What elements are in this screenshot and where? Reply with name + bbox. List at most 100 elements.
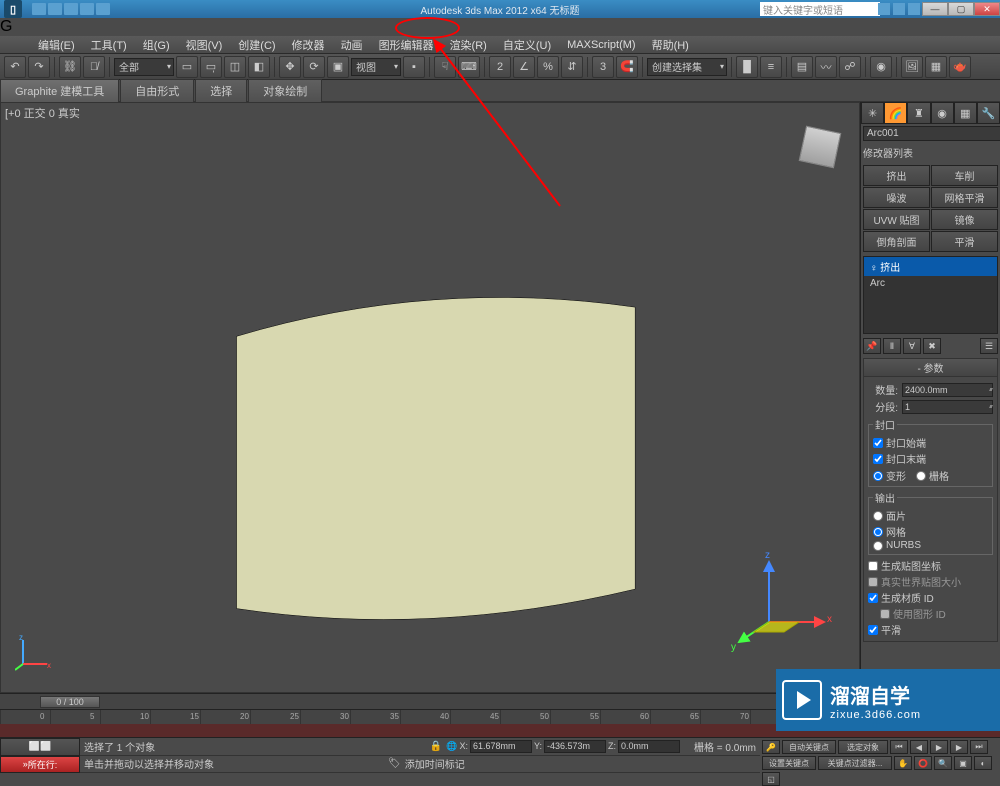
help-icon[interactable]: [908, 3, 920, 15]
cap-end-checkbox[interactable]: 封口末端: [873, 451, 988, 466]
autokey-button[interactable]: 自动关键点: [782, 740, 836, 754]
selection-filter-dropdown[interactable]: 全部: [114, 58, 174, 76]
viewport-label[interactable]: [+0 正交 0 真实: [5, 105, 80, 121]
viewcube[interactable]: [795, 123, 845, 173]
menu-modifier[interactable]: 修改器: [284, 36, 333, 53]
selkey-dropdown[interactable]: 选定对象: [838, 740, 888, 754]
window-crossing-icon[interactable]: ◧: [248, 56, 270, 78]
mod-bevelprofile-button[interactable]: 倒角剖面: [863, 231, 930, 252]
render-setup-icon[interactable]: 🖼: [901, 56, 923, 78]
ref-coord-dropdown[interactable]: 视图: [351, 58, 401, 76]
tab-hierarchy-icon[interactable]: ♜: [907, 102, 930, 124]
nav-orbit-icon[interactable]: ⭕: [914, 756, 932, 770]
goto-start-icon[interactable]: ⏮: [890, 740, 908, 754]
scale-icon[interactable]: ▣: [327, 56, 349, 78]
lock-icon[interactable]: 🔒: [430, 741, 442, 752]
qa-icon[interactable]: [48, 3, 62, 15]
nav-fov-icon[interactable]: ◐: [974, 756, 992, 770]
unlink-icon[interactable]: ⛓̸: [83, 56, 105, 78]
mod-mirror-button[interactable]: 镜像: [931, 209, 998, 230]
snap-magnet-icon[interactable]: 🧲: [616, 56, 638, 78]
menu-render[interactable]: 渲染(R): [442, 36, 495, 53]
viewport[interactable]: [+0 正交 0 真实 z x z x y: [0, 102, 860, 693]
ribbon-tab-freeform[interactable]: 自由形式: [120, 79, 194, 103]
menu-edit[interactable]: 编辑(E): [30, 36, 83, 53]
tab-create-icon[interactable]: ✳: [861, 102, 884, 124]
coord-y-input[interactable]: -436.573m: [544, 740, 606, 753]
curve-editor-icon[interactable]: 〰: [815, 56, 837, 78]
setkey-button[interactable]: 设置关键点: [762, 756, 816, 770]
menu-group[interactable]: 组(G): [135, 36, 178, 53]
snap-2d-icon[interactable]: 2: [489, 56, 511, 78]
keyboard-icon[interactable]: ⌨: [458, 56, 480, 78]
star-icon[interactable]: [893, 3, 905, 15]
align-icon[interactable]: ≡: [760, 56, 782, 78]
pivot-icon[interactable]: ▪: [403, 56, 425, 78]
nav-max-icon[interactable]: ◱: [762, 772, 780, 786]
stack-item-arc[interactable]: Arc: [864, 276, 997, 291]
menu-help[interactable]: 帮助(H): [644, 36, 697, 53]
nav-pan-icon[interactable]: ✋: [894, 756, 912, 770]
prev-frame-icon[interactable]: ◀: [910, 740, 928, 754]
use-shape-checkbox[interactable]: 使用图形 ID: [868, 606, 993, 621]
help-search-input[interactable]: 键入关键字或短语: [760, 2, 880, 16]
nav-zext-icon[interactable]: ▣: [954, 756, 972, 770]
select-icon[interactable]: ▭: [176, 56, 198, 78]
tab-motion-icon[interactable]: ◉: [931, 102, 954, 124]
transform-gizmo[interactable]: z x y: [729, 542, 839, 652]
layers-icon[interactable]: ▤: [791, 56, 813, 78]
undo-icon[interactable]: ↶: [4, 56, 26, 78]
link-icon[interactable]: ⛓: [59, 56, 81, 78]
modifier-list-dropdown[interactable]: 修改器列表: [863, 145, 998, 161]
mod-lathe-button[interactable]: 车削: [931, 165, 998, 186]
add-time-tag[interactable]: 添加时间标记: [405, 756, 465, 771]
world-icon[interactable]: 🌐: [446, 741, 457, 752]
snap-3d-icon[interactable]: 3: [592, 56, 614, 78]
redo-icon[interactable]: ↷: [28, 56, 50, 78]
qa-icon[interactable]: [64, 3, 78, 15]
info-icon[interactable]: [878, 3, 890, 15]
menu-animation[interactable]: 动画: [333, 36, 371, 53]
time-slider-handle[interactable]: 0 / 100: [40, 696, 100, 708]
ribbon-tab-paint[interactable]: 对象绘制: [248, 79, 322, 103]
next-frame-icon[interactable]: ▶: [950, 740, 968, 754]
out-patch-radio[interactable]: 面片: [873, 508, 988, 523]
menu-create[interactable]: 创建(C): [230, 36, 283, 53]
select-region-icon[interactable]: ◫: [224, 56, 246, 78]
menu-view[interactable]: 视图(V): [178, 36, 231, 53]
menu-graph[interactable]: 图形编辑器: [371, 36, 442, 53]
smooth-checkbox[interactable]: 平滑: [868, 622, 993, 637]
out-nurbs-radio[interactable]: NURBS: [873, 540, 988, 551]
minimize-button[interactable]: —: [922, 2, 948, 16]
morph-radio[interactable]: 变形: [873, 468, 906, 483]
mod-extrude-button[interactable]: 挤出: [863, 165, 930, 186]
mirror-icon[interactable]: ▐▌: [736, 56, 758, 78]
snap-percent-icon[interactable]: %: [537, 56, 559, 78]
modifier-stack[interactable]: ♀ 挤出 Arc: [863, 256, 998, 334]
maximize-button[interactable]: ▢: [948, 2, 974, 16]
snap-angle-icon[interactable]: ∠: [513, 56, 535, 78]
material-editor-icon[interactable]: ◉: [870, 56, 892, 78]
configure-sets-icon[interactable]: ☰: [980, 338, 998, 354]
amount-spinner[interactable]: 2400.0mm: [902, 383, 993, 397]
tab-modify-icon[interactable]: 🌈: [884, 102, 907, 124]
keyfilter-button[interactable]: 关键点过滤器...: [818, 756, 892, 770]
gen-mat-checkbox[interactable]: 生成材质 ID: [868, 590, 993, 605]
schematic-icon[interactable]: ☍: [839, 56, 861, 78]
remove-mod-icon[interactable]: ✖: [923, 338, 941, 354]
manip-icon[interactable]: ☟: [434, 56, 456, 78]
play-icon[interactable]: ▶: [930, 740, 948, 754]
menu-tools[interactable]: 工具(T): [83, 36, 135, 53]
qa-icon[interactable]: [32, 3, 46, 15]
render-icon[interactable]: 🫖: [949, 56, 971, 78]
close-button[interactable]: ✕: [974, 2, 1000, 16]
cap-start-checkbox[interactable]: 封口始端: [873, 435, 988, 450]
pin-stack-icon[interactable]: 📌: [863, 338, 881, 354]
coord-x-input[interactable]: 61.678mm: [470, 740, 532, 753]
show-end-icon[interactable]: Ⅱ: [883, 338, 901, 354]
qa-icon[interactable]: [80, 3, 94, 15]
app-menu-icon[interactable]: G: [0, 18, 1000, 36]
segs-spinner[interactable]: 1: [902, 400, 993, 414]
menu-maxscript[interactable]: MAXScript(M): [559, 36, 643, 53]
rollout-header[interactable]: - 参数: [864, 359, 997, 377]
